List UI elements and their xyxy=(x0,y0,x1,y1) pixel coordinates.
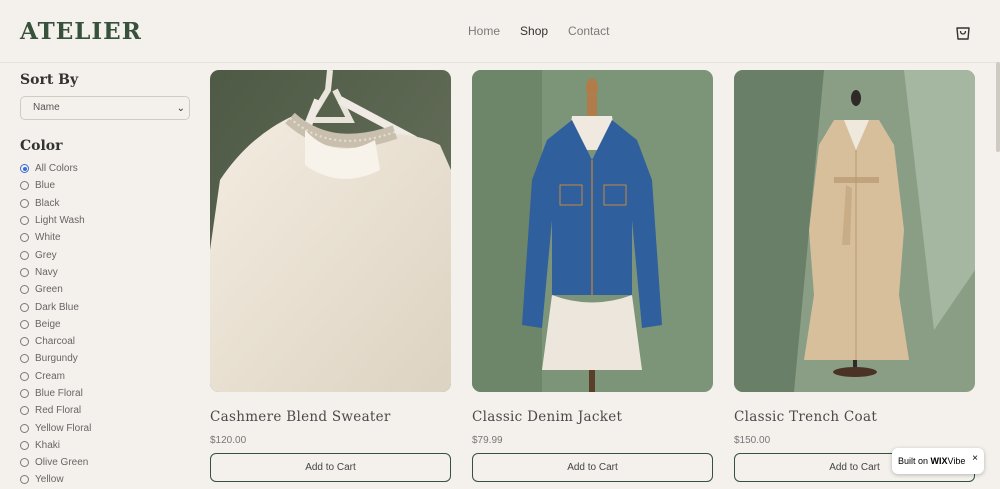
radio-button[interactable] xyxy=(20,250,29,260)
badge-suffix: Vibe xyxy=(947,456,966,466)
close-icon[interactable]: × xyxy=(972,446,978,472)
nav-shop[interactable]: Shop xyxy=(520,24,548,38)
built-on-wix-badge[interactable]: Built on WIXVibe × xyxy=(892,448,984,474)
color-option[interactable]: Yellow xyxy=(20,471,190,488)
color-option-label: Black xyxy=(35,197,60,209)
product-name[interactable]: Cashmere Blend Sweater xyxy=(210,409,451,425)
badge-prefix: Built on xyxy=(898,456,929,466)
color-option[interactable]: All Colors xyxy=(20,160,190,177)
color-option[interactable]: Charcoal xyxy=(20,333,190,350)
color-option-label: All Colors xyxy=(35,163,78,175)
color-option-label: Blue xyxy=(35,180,56,192)
product-card[interactable]: Classic Trench Coat $150.00 Add to Cart xyxy=(734,70,975,482)
color-filter-list: All Colors Blue Black Light Wash White Grey Na… xyxy=(20,160,190,489)
radio-button[interactable] xyxy=(20,458,29,468)
color-option-label: Red Floral xyxy=(35,405,82,417)
product-image-trench-coat[interactable] xyxy=(734,70,975,392)
color-option-label: Burgundy xyxy=(35,353,78,365)
color-option[interactable]: Dark Blue xyxy=(20,298,190,315)
radio-button[interactable] xyxy=(20,285,29,295)
radio-button[interactable] xyxy=(20,319,29,329)
main-nav: Home Shop Contact xyxy=(468,24,609,38)
color-option[interactable]: Olive Green xyxy=(20,454,190,471)
filter-sidebar: Sort By Name ⌄ Color All Colors Blue Black… xyxy=(20,72,190,489)
radio-button[interactable] xyxy=(20,475,29,485)
add-to-cart-button[interactable]: Add to Cart xyxy=(472,453,713,482)
color-option-label: Khaki xyxy=(35,439,61,451)
site-logo[interactable]: ATELIER xyxy=(20,18,142,45)
color-option-label: Yellow Floral xyxy=(35,422,92,434)
site-header: ATELIER Home Shop Contact xyxy=(0,0,1000,63)
color-option[interactable]: Cream xyxy=(20,368,190,385)
color-option-label: Yellow xyxy=(35,474,64,486)
color-option[interactable]: Light Wash xyxy=(20,212,190,229)
product-image-sweater[interactable] xyxy=(210,70,451,392)
color-option-label: Blue Floral xyxy=(35,388,83,399)
color-option[interactable]: Beige xyxy=(20,316,190,333)
color-option-label: Beige xyxy=(35,318,61,330)
nav-contact[interactable]: Contact xyxy=(568,24,609,38)
color-heading: Color xyxy=(20,138,63,154)
badge-brand: WIX xyxy=(930,456,948,466)
radio-button[interactable] xyxy=(20,267,29,277)
product-name[interactable]: Classic Denim Jacket xyxy=(472,409,713,425)
color-option-label: Olive Green xyxy=(35,457,89,469)
radio-button[interactable] xyxy=(20,440,29,450)
color-option-label: Dark Blue xyxy=(35,301,79,313)
product-image-denim-jacket[interactable] xyxy=(472,70,713,392)
color-option-label: Light Wash xyxy=(35,215,85,227)
color-option[interactable]: White xyxy=(20,229,190,246)
color-option-label: Cream xyxy=(35,370,66,382)
radio-button[interactable] xyxy=(20,164,29,174)
radio-button[interactable] xyxy=(20,216,29,226)
radio-button[interactable] xyxy=(20,181,29,191)
product-card[interactable]: Cashmere Blend Sweater $120.00 Add to Ca… xyxy=(210,70,451,482)
sort-select[interactable]: Name ⌄ xyxy=(20,96,190,120)
color-option[interactable]: Blue xyxy=(20,177,190,194)
radio-button[interactable] xyxy=(20,354,29,364)
color-option[interactable]: Burgundy xyxy=(20,350,190,367)
color-option[interactable]: Navy xyxy=(20,264,190,281)
color-option[interactable]: Black xyxy=(20,195,190,212)
chevron-down-icon: ⌄ xyxy=(176,103,185,114)
product-card[interactable]: Classic Denim Jacket $79.99 Add to Cart xyxy=(472,70,713,482)
color-option-label: Navy xyxy=(35,266,58,278)
color-option-label: Green xyxy=(35,284,63,296)
sort-select-value: Name xyxy=(33,102,60,113)
color-option[interactable]: Yellow Floral xyxy=(20,419,190,436)
page-scrollbar[interactable] xyxy=(996,62,1000,152)
color-option[interactable]: Khaki xyxy=(20,437,190,454)
product-price: $79.99 xyxy=(472,435,503,446)
color-option-label: White xyxy=(35,232,61,244)
add-to-cart-button[interactable]: Add to Cart xyxy=(210,453,451,482)
product-price: $120.00 xyxy=(210,435,247,446)
color-option-label: Charcoal xyxy=(35,336,76,348)
color-option-label: Grey xyxy=(35,249,57,261)
shopping-bag-icon[interactable] xyxy=(954,23,972,41)
radio-button[interactable] xyxy=(20,423,29,433)
radio-button[interactable] xyxy=(20,406,29,416)
color-option[interactable]: Grey xyxy=(20,246,190,263)
color-option[interactable]: Red Floral xyxy=(20,402,190,419)
sort-by-heading: Sort By xyxy=(20,72,79,88)
product-price: $150.00 xyxy=(734,435,771,446)
radio-button[interactable] xyxy=(20,198,29,208)
radio-button[interactable] xyxy=(20,337,29,347)
product-name[interactable]: Classic Trench Coat xyxy=(734,409,975,425)
radio-button[interactable] xyxy=(20,389,29,398)
radio-button[interactable] xyxy=(20,233,29,243)
radio-button[interactable] xyxy=(20,302,29,312)
color-option[interactable]: Green xyxy=(20,281,190,298)
nav-home[interactable]: Home xyxy=(468,24,500,38)
radio-button[interactable] xyxy=(20,371,29,381)
color-option[interactable]: Blue Floral xyxy=(20,385,190,402)
